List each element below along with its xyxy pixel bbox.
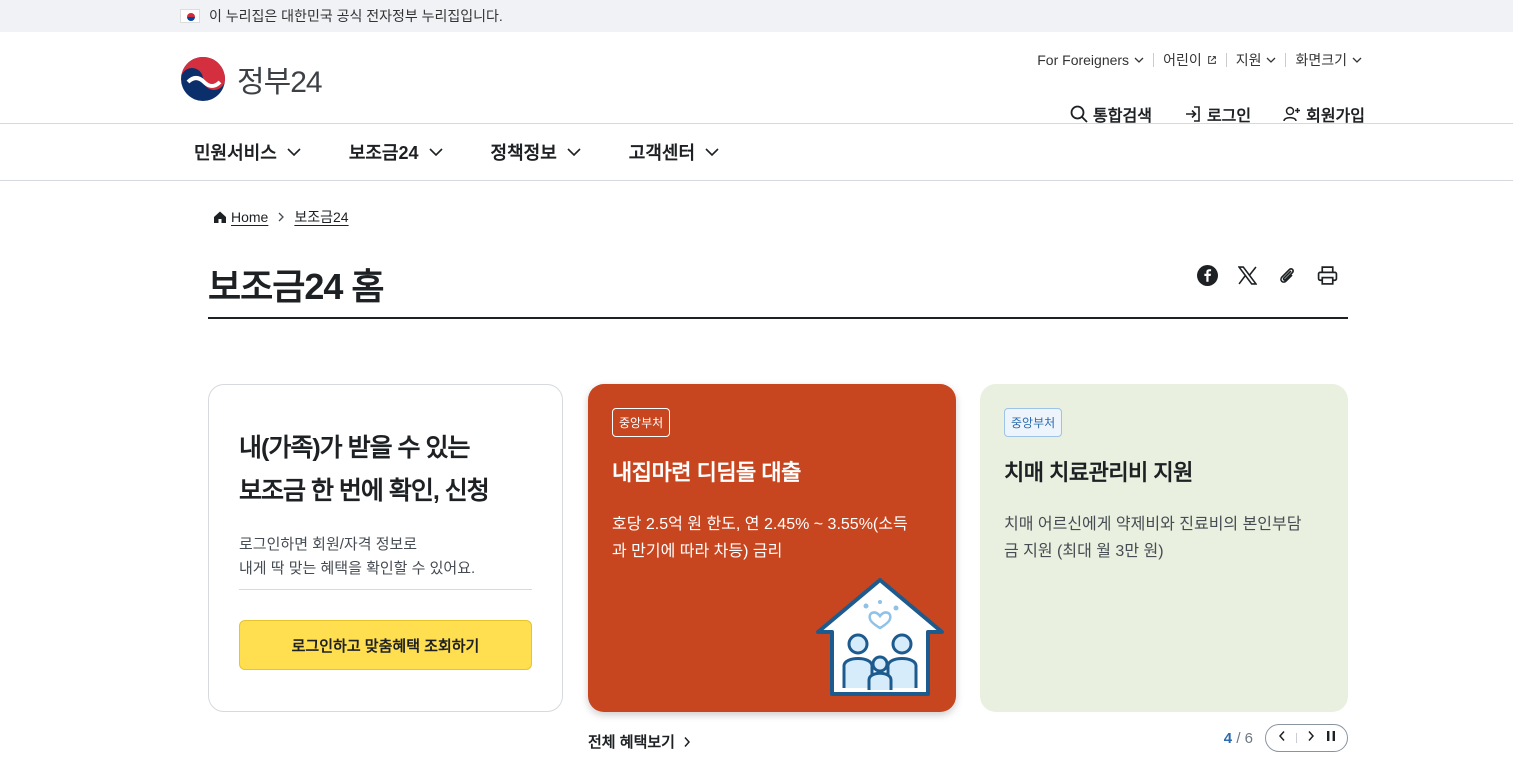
for-foreigners-label: For Foreigners bbox=[1037, 52, 1130, 68]
nav-policy-info[interactable]: 정책정보 bbox=[491, 139, 581, 165]
login-benefit-card: 내(가족)가 받을 수 있는 보조금 한 번에 확인, 신청 로그인하면 회원/… bbox=[208, 384, 563, 712]
prev-slide-button[interactable] bbox=[1277, 729, 1287, 747]
korean-flag-icon bbox=[180, 9, 200, 23]
gov-notice-bar: 이 누리집은 대한민국 공식 전자정부 누리집입니다. bbox=[0, 0, 1513, 32]
print-button[interactable] bbox=[1316, 264, 1338, 286]
login-card-title: 내(가족)가 받을 수 있는 보조금 한 번에 확인, 신청 bbox=[239, 427, 532, 513]
logo[interactable]: 정부24 bbox=[180, 56, 323, 102]
copy-link-button[interactable] bbox=[1276, 264, 1298, 286]
chevron-right-icon bbox=[684, 736, 690, 747]
support-menu[interactable]: 지원 bbox=[1227, 50, 1286, 70]
header-actions: 통합검색 로그인 회원가입 bbox=[1038, 102, 1365, 126]
slide-current: 4 bbox=[1223, 729, 1233, 747]
family-house-icon bbox=[816, 578, 944, 696]
external-link-icon bbox=[1207, 56, 1216, 64]
nav-label: 정책정보 bbox=[490, 143, 557, 163]
chevron-down-icon bbox=[1352, 57, 1362, 63]
taegeuk-logo-icon bbox=[181, 57, 225, 101]
x-share-button[interactable] bbox=[1236, 264, 1258, 286]
support-label: 지원 bbox=[1235, 52, 1262, 68]
nav-label: 민원서비스 bbox=[194, 143, 277, 163]
benefit-card[interactable]: 중앙부처 내집마련 디딤돌 대출 호당 2.5억 원 한도, 연 2.45% ~… bbox=[588, 384, 956, 712]
page-title: 보조금24 홈 bbox=[208, 266, 385, 307]
pause-icon bbox=[1326, 731, 1335, 741]
nav-customer-center[interactable]: 고객센터 bbox=[629, 139, 719, 165]
nav-label: 보조금24 bbox=[348, 143, 419, 163]
chevron-down-icon bbox=[705, 148, 719, 157]
kids-link[interactable]: 어린이 bbox=[1154, 50, 1226, 70]
benefit-card-title: 치매 치료관리비 지원 bbox=[1004, 460, 1193, 485]
benefit-card[interactable]: 중앙부처 치매 치료관리비 지원 치매 어르신에게 약제비와 진료비의 본인부담… bbox=[980, 384, 1348, 712]
breadcrumb-current[interactable]: 보조금24 bbox=[294, 207, 348, 227]
breadcrumb-home[interactable]: Home bbox=[231, 209, 268, 225]
signup-label: 회원가입 bbox=[1306, 108, 1365, 125]
screen-size-menu[interactable]: 화면크기 bbox=[1286, 50, 1371, 70]
slide-counter: 4 / 6 bbox=[1224, 730, 1253, 747]
nav-label: 고객센터 bbox=[628, 143, 696, 163]
global-nav: 민원서비스 보조금24 정책정보 고객센터 bbox=[0, 124, 1513, 181]
kids-label: 어린이 bbox=[1163, 52, 1202, 68]
title-divider bbox=[208, 317, 1348, 319]
chevron-down-icon bbox=[428, 148, 443, 157]
chevron-right-icon bbox=[278, 212, 285, 222]
all-benefits-link[interactable]: 전체 혜택보기 bbox=[588, 731, 691, 752]
carousel-controls bbox=[1265, 724, 1348, 752]
login-icon bbox=[1185, 106, 1200, 122]
login-card-desc-line: 로그인하면 회원/자격 정보로 bbox=[239, 536, 418, 553]
login-benefit-button[interactable]: 로그인하고 맞춤혜택 조회하기 bbox=[239, 620, 532, 670]
login-card-title-line: 보조금 한 번에 확인, 신청 bbox=[239, 477, 490, 505]
search-button[interactable]: 통합검색 bbox=[1070, 102, 1152, 126]
share-tools bbox=[1196, 264, 1338, 286]
login-button[interactable]: 로그인 bbox=[1184, 102, 1251, 126]
paperclip-icon bbox=[1280, 268, 1294, 283]
utility-menu: For Foreigners 어린이 지원 화면크기 bbox=[1028, 50, 1371, 70]
pause-button[interactable] bbox=[1325, 729, 1337, 747]
nav-subsidy24[interactable]: 보조금24 bbox=[349, 139, 443, 165]
breadcrumb: Home 보조금24 bbox=[213, 207, 349, 227]
logo-text: 정부24 bbox=[237, 66, 323, 99]
x-twitter-icon bbox=[1237, 265, 1257, 285]
login-card-title-line: 내(가족)가 받을 수 있는 bbox=[239, 434, 470, 462]
search-label: 통합검색 bbox=[1093, 108, 1152, 125]
chevron-left-icon bbox=[1278, 731, 1285, 741]
slide-total: 6 bbox=[1244, 729, 1253, 747]
chevron-down-icon bbox=[567, 148, 581, 157]
screen-size-label: 화면크기 bbox=[1295, 52, 1347, 68]
divider bbox=[1295, 733, 1297, 743]
login-card-desc: 로그인하면 회원/자격 정보로 내게 딱 맞는 혜택을 확인할 수 있어요. bbox=[239, 533, 532, 581]
chevron-down-icon bbox=[1134, 57, 1144, 63]
category-badge: 중앙부처 bbox=[1004, 408, 1063, 437]
nav-civil-service[interactable]: 민원서비스 bbox=[194, 139, 301, 165]
slide-separator: / bbox=[1236, 729, 1241, 747]
next-slide-button[interactable] bbox=[1306, 729, 1316, 747]
chevron-right-icon bbox=[1307, 731, 1314, 741]
facebook-share-button[interactable] bbox=[1196, 264, 1218, 286]
all-benefits-label: 전체 혜택보기 bbox=[588, 734, 675, 751]
benefit-card-desc: 호당 2.5억 원 한도, 연 2.45% ~ 3.55%(소득과 만기에 따라… bbox=[612, 516, 908, 560]
login-label: 로그인 bbox=[1206, 108, 1252, 125]
print-icon bbox=[1317, 265, 1337, 285]
search-icon bbox=[1070, 105, 1088, 123]
benefit-card-desc: 치매 어르신에게 약제비와 진료비의 본인부담금 지원 (최대 월 3만 원) bbox=[1004, 516, 1302, 560]
facebook-icon bbox=[1196, 264, 1218, 286]
benefit-card-title: 내집마련 디딤돌 대출 bbox=[612, 460, 801, 485]
category-badge: 중앙부처 bbox=[612, 408, 671, 437]
divider bbox=[239, 589, 532, 590]
login-card-desc-line: 내게 딱 맞는 혜택을 확인할 수 있어요. bbox=[239, 560, 476, 577]
gov-notice-text: 이 누리집은 대한민국 공식 전자정부 누리집입니다. bbox=[209, 8, 503, 24]
home-icon bbox=[214, 211, 226, 223]
chevron-down-icon bbox=[1267, 57, 1276, 63]
header: 정부24 For Foreigners 어린이 지원 화면크기 통합검색 로그인… bbox=[0, 32, 1513, 126]
add-user-icon bbox=[1283, 106, 1301, 122]
carousel-pager: 4 / 6 bbox=[1224, 724, 1348, 752]
chevron-down-icon bbox=[287, 148, 301, 157]
signup-button[interactable]: 회원가입 bbox=[1283, 102, 1365, 126]
for-foreigners-menu[interactable]: For Foreigners bbox=[1028, 52, 1153, 68]
